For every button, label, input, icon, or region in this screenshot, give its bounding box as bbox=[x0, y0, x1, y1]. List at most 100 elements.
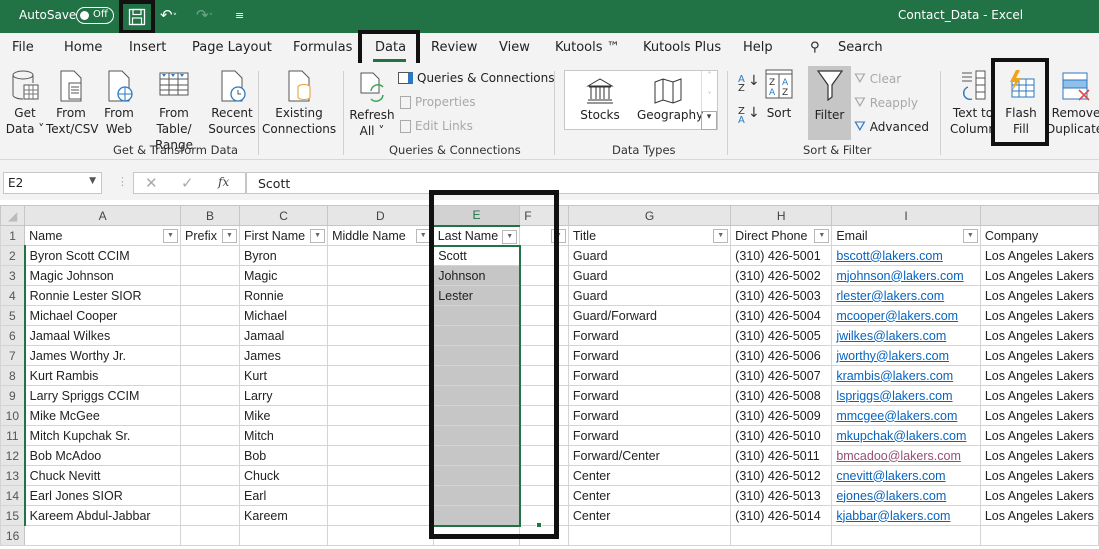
tab-help[interactable]: Help bbox=[743, 40, 773, 55]
cell-middle-name[interactable] bbox=[327, 265, 434, 286]
insert-function-icon[interactable]: fx bbox=[218, 175, 229, 189]
cell-first-name[interactable]: Michael bbox=[238, 305, 329, 326]
cell-direct-phone[interactable]: (310) 426-5001 bbox=[730, 245, 833, 266]
header-last-name[interactable]: Last Name ▼ bbox=[432, 225, 521, 246]
cell-prefix[interactable] bbox=[180, 365, 240, 386]
row-header[interactable]: 8 bbox=[0, 365, 26, 386]
cell-name[interactable]: Larry Spriggs CCIM bbox=[24, 385, 181, 406]
cell-name[interactable]: Bob McAdoo bbox=[24, 445, 181, 466]
cell-company[interactable]: Los Angeles Lakers bbox=[979, 345, 1099, 366]
cell-email[interactable]: cnevitt@lakers.com bbox=[831, 465, 981, 486]
cell-email[interactable]: bmcadoo@lakers.com bbox=[831, 445, 981, 466]
cell-last-name[interactable] bbox=[432, 485, 521, 506]
cell-direct-phone[interactable]: (310) 426-5003 bbox=[730, 285, 833, 306]
email-link[interactable]: mjohnson@lakers.com bbox=[836, 269, 963, 283]
row-header[interactable]: 7 bbox=[0, 345, 26, 366]
cell-prefix[interactable] bbox=[180, 265, 240, 286]
cell-direct-phone[interactable]: (310) 426-5014 bbox=[730, 505, 833, 526]
cell-name[interactable]: Kurt Rambis bbox=[24, 365, 181, 386]
cell-name[interactable]: Kareem Abdul-Jabbar bbox=[24, 505, 181, 526]
filter-dropdown-icon[interactable]: ▼ bbox=[163, 229, 178, 243]
cell-company[interactable]: Los Angeles Lakers bbox=[979, 325, 1099, 346]
sort-za-button[interactable]: Z A ↓ bbox=[738, 106, 760, 126]
row-header[interactable]: 15 bbox=[0, 505, 26, 526]
header-email[interactable]: Email ▼ bbox=[831, 225, 981, 246]
email-link[interactable]: rlester@lakers.com bbox=[836, 289, 944, 303]
cell-first-name[interactable]: Mike bbox=[238, 405, 329, 426]
cell-first-name[interactable]: Magic bbox=[238, 265, 329, 286]
remove-duplicates-button[interactable]: Remove Duplicates bbox=[1046, 69, 1099, 137]
cell-last-name[interactable] bbox=[432, 305, 521, 326]
cell-first-name[interactable]: Kurt bbox=[238, 365, 329, 386]
tab-kutools-plus[interactable]: Kutools Plus bbox=[643, 40, 721, 55]
cell-blank[interactable] bbox=[519, 505, 569, 526]
column-header-c[interactable]: C bbox=[238, 205, 329, 226]
cell-company[interactable]: Los Angeles Lakers bbox=[979, 385, 1099, 406]
gallery-more[interactable]: ▾ bbox=[701, 111, 717, 130]
clear-filter-button[interactable]: ⛛ Clear bbox=[854, 71, 901, 87]
from-table-range-button[interactable]: From Table/Range bbox=[140, 69, 208, 153]
empty-cell[interactable] bbox=[180, 525, 240, 546]
cell-prefix[interactable] bbox=[180, 245, 240, 266]
header-blank[interactable]: ▼ bbox=[519, 225, 569, 246]
cell-direct-phone[interactable]: (310) 426-5011 bbox=[730, 445, 833, 466]
cell-first-name[interactable]: Ronnie bbox=[238, 285, 329, 306]
column-header-d[interactable]: D bbox=[327, 205, 434, 226]
column-header-i[interactable]: I bbox=[831, 205, 981, 226]
cell-middle-name[interactable] bbox=[327, 405, 434, 426]
cell-blank[interactable] bbox=[519, 465, 569, 486]
cell-direct-phone[interactable]: (310) 426-5006 bbox=[730, 345, 833, 366]
tab-formulas[interactable]: Formulas bbox=[293, 40, 352, 55]
cell-company[interactable]: Los Angeles Lakers bbox=[979, 465, 1099, 486]
column-header-g[interactable]: G bbox=[567, 205, 732, 226]
cell-title[interactable]: Forward bbox=[567, 385, 732, 406]
email-link[interactable]: ejones@lakers.com bbox=[836, 489, 946, 503]
cell-name[interactable]: Earl Jones SIOR bbox=[24, 485, 181, 506]
save-button[interactable] bbox=[119, 0, 155, 34]
cell-prefix[interactable] bbox=[180, 445, 240, 466]
email-link[interactable]: mkupchak@lakers.com bbox=[836, 429, 966, 443]
filter-dropdown-icon[interactable]: ▼ bbox=[222, 229, 237, 243]
column-header-e[interactable]: E bbox=[432, 205, 521, 227]
cell-prefix[interactable] bbox=[180, 465, 240, 486]
cell-company[interactable]: Los Angeles Lakers bbox=[979, 365, 1099, 386]
cell-blank[interactable] bbox=[519, 285, 569, 306]
cell-blank[interactable] bbox=[519, 385, 569, 406]
cell-email[interactable]: mmcgee@lakers.com bbox=[831, 405, 981, 426]
email-link[interactable]: jwilkes@lakers.com bbox=[836, 329, 946, 343]
search-icon[interactable]: ⚲ bbox=[810, 40, 820, 55]
cell-company[interactable]: Los Angeles Lakers bbox=[979, 485, 1099, 506]
column-header-a[interactable]: A bbox=[24, 205, 181, 226]
cell-company[interactable]: Los Angeles Lakers bbox=[979, 305, 1099, 326]
tab-file[interactable]: File bbox=[12, 40, 34, 55]
cell-email[interactable]: mcooper@lakers.com bbox=[831, 305, 981, 326]
cell-title[interactable]: Forward bbox=[567, 345, 732, 366]
stocks-button[interactable]: Stocks bbox=[575, 77, 625, 123]
cell-prefix[interactable] bbox=[180, 385, 240, 406]
cell-direct-phone[interactable]: (310) 426-5005 bbox=[730, 325, 833, 346]
cell-email[interactable]: lspriggs@lakers.com bbox=[831, 385, 981, 406]
cell-prefix[interactable] bbox=[180, 405, 240, 426]
email-link[interactable]: mmcgee@lakers.com bbox=[836, 409, 957, 423]
cell-middle-name[interactable] bbox=[327, 345, 434, 366]
formula-input[interactable]: Scott bbox=[246, 172, 1099, 194]
cell-company[interactable]: Los Angeles Lakers bbox=[979, 405, 1099, 426]
cell-middle-name[interactable] bbox=[327, 465, 434, 486]
cancel-icon[interactable]: ✕ bbox=[145, 174, 158, 192]
cell-middle-name[interactable] bbox=[327, 425, 434, 446]
name-box[interactable]: E2 ▼ bbox=[3, 172, 102, 194]
cell-blank[interactable] bbox=[519, 405, 569, 426]
cell-title[interactable]: Forward bbox=[567, 425, 732, 446]
empty-cell[interactable] bbox=[519, 525, 569, 546]
empty-cell[interactable] bbox=[432, 525, 521, 546]
cell-middle-name[interactable] bbox=[327, 285, 434, 306]
cell-middle-name[interactable] bbox=[327, 245, 434, 266]
tab-review[interactable]: Review bbox=[431, 40, 477, 55]
advanced-filter-button[interactable]: ⛛ Advanced bbox=[854, 119, 929, 135]
tab-insert[interactable]: Insert bbox=[129, 40, 166, 55]
filter-dropdown-icon[interactable]: ▼ bbox=[713, 229, 729, 243]
cell-direct-phone[interactable]: (310) 426-5012 bbox=[730, 465, 833, 486]
cell-title[interactable]: Forward/Center bbox=[567, 445, 732, 466]
cell-company[interactable]: Los Angeles Lakers bbox=[979, 285, 1099, 306]
cell-name[interactable]: Mike McGee bbox=[24, 405, 181, 426]
